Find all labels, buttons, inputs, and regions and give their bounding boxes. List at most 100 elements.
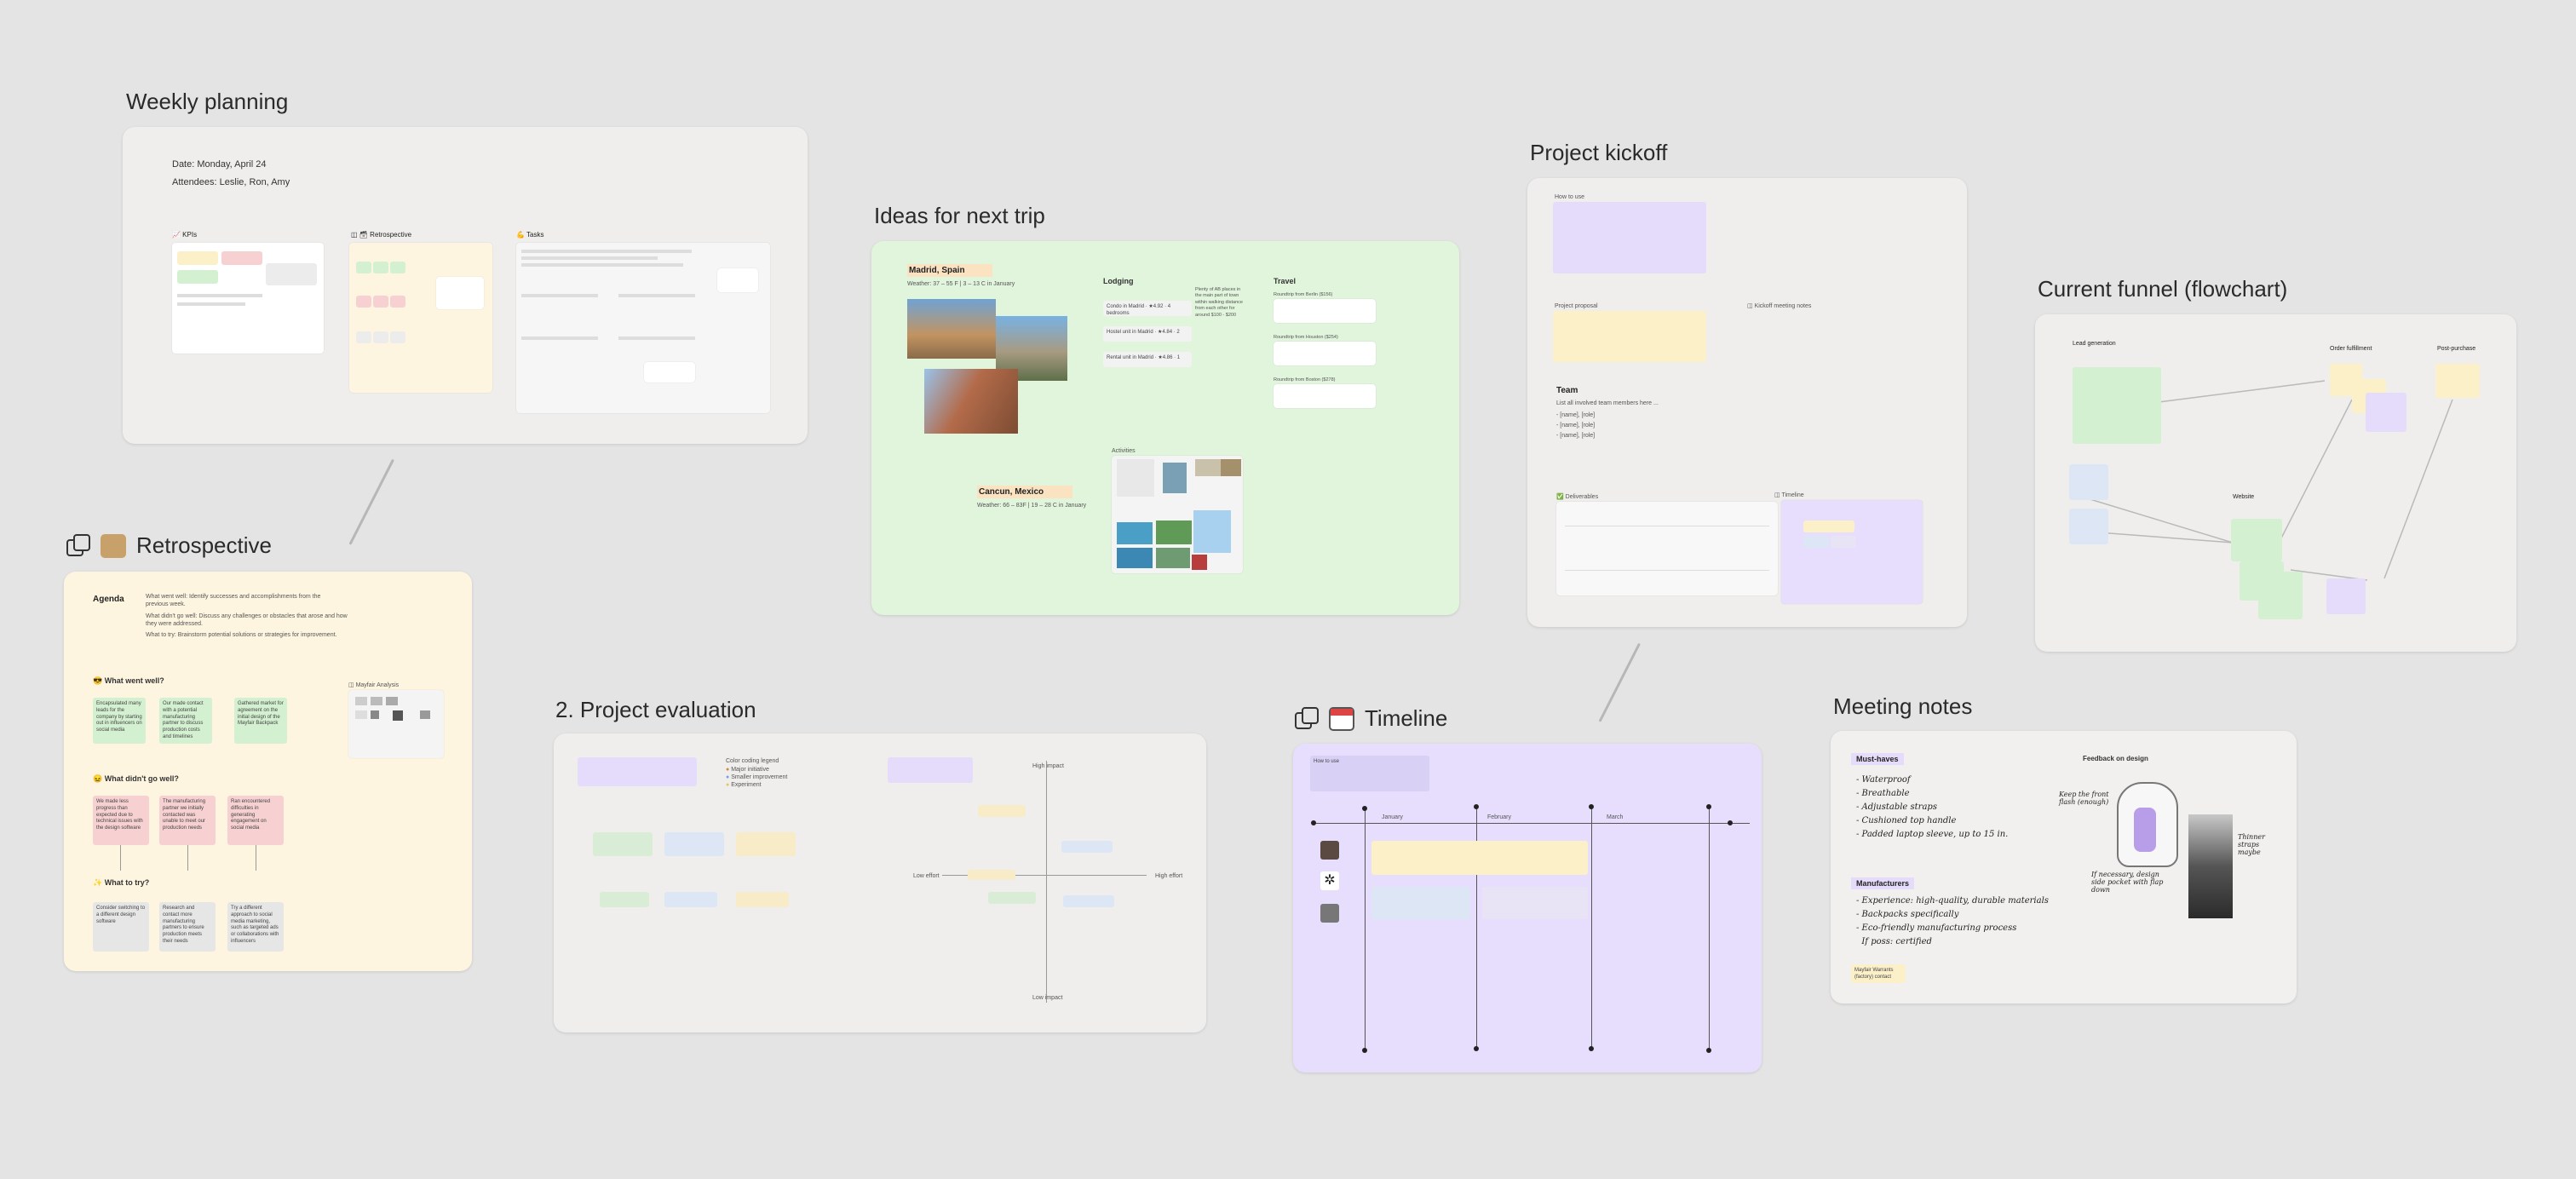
- retro-well-note-1[interactable]: Encapsulated many leads for the company …: [93, 698, 146, 744]
- funnel-blue-1: [2069, 464, 2108, 500]
- travel-card-2[interactable]: [1274, 342, 1376, 365]
- board-title-funnel[interactable]: Current funnel (flowchart): [2038, 276, 2287, 302]
- retro-bad-note-3[interactable]: Ran encountered difficulties in generati…: [227, 796, 284, 845]
- eval-axis-left: Low effort: [913, 873, 940, 879]
- retro-agenda-1: What went well: Identify successes and a…: [146, 594, 321, 608]
- kickoff-team-heading: Team: [1556, 386, 1578, 395]
- eval-axis-vertical: [1046, 761, 1047, 1003]
- board-project-evaluation[interactable]: Color coding legend ● Major initiative ●…: [554, 733, 1206, 1032]
- eval-axis-bottom: Low impact: [1032, 995, 1063, 1001]
- retro-agenda-3: What to try: Brainstorm potential soluti…: [146, 632, 337, 638]
- board-title-kickoff[interactable]: Project kickoff: [1530, 140, 1667, 166]
- board-timeline[interactable]: How to use January February March ✲: [1293, 744, 1762, 1073]
- kickoff-howto-note: [1553, 202, 1706, 273]
- eval-axis-right: High effort: [1155, 873, 1183, 879]
- eval-axis-top: High impact: [1032, 763, 1064, 769]
- kickoff-proposal-note: [1553, 311, 1706, 362]
- trip-weather-cancun: Weather: 66 – 83F | 19 – 28 C in January: [977, 503, 1087, 509]
- kickoff-proposal-label: Project proposal: [1555, 303, 1598, 309]
- trip-city-cancun: Cancun, Mexico: [977, 486, 1072, 498]
- retro-well-note-2[interactable]: Our made contact with a potential manufa…: [159, 698, 212, 744]
- lodging-item-1[interactable]: Condo in Madrid · ★4.92 · 4 bedrooms: [1103, 301, 1192, 316]
- board-title-retro[interactable]: Retrospective: [66, 532, 272, 559]
- retro-agenda-label: Agenda: [93, 595, 124, 604]
- retro-to-try: ✨ What to try?: [93, 878, 150, 887]
- weekly-title-text: Weekly planning: [126, 89, 289, 114]
- meeting-feedback-title: Feedback on design: [2083, 755, 2148, 762]
- funnel-blue-2: [2069, 509, 2108, 544]
- weekly-section-tasks: 💪 Tasks: [516, 231, 544, 239]
- retro-well-note-3[interactable]: Gathered market for agreement on the ini…: [234, 698, 287, 744]
- lodging-note: Plenty of AB places in the main part of …: [1195, 287, 1243, 318]
- board-trip[interactable]: Madrid, Spain Weather: 37 – 55 F | 3 – 1…: [871, 241, 1459, 615]
- eval-legend-title: Color coding legend: [726, 758, 779, 764]
- meeting-must-4: - Cushioned top handle: [1856, 816, 1957, 825]
- trip-travel-label: Travel: [1274, 277, 1297, 285]
- meeting-must-haves: Must-haves: [1851, 753, 1904, 765]
- funnel-title-text: Current funnel (flowchart): [2038, 276, 2288, 302]
- eval-howto-note: [578, 757, 697, 786]
- board-weekly-planning[interactable]: Date: Monday, April 24 Attendees: Leslie…: [123, 127, 808, 444]
- weekly-retro-card: [349, 243, 492, 393]
- board-title-evaluation[interactable]: 2. Project evaluation: [555, 697, 756, 723]
- kickoff-timeline-card[interactable]: [1781, 500, 1923, 604]
- weekly-tasks-card: [516, 243, 770, 413]
- travel-card-3[interactable]: [1274, 384, 1376, 408]
- funnel-order-note-3: [2366, 393, 2406, 432]
- evaluation-title-text: 2. Project evaluation: [555, 697, 756, 722]
- travel-card-1[interactable]: [1274, 299, 1376, 323]
- retro-agenda-2: What didn't go well: Discuss any challen…: [146, 613, 348, 628]
- timeline-avatar-1: [1320, 841, 1339, 860]
- retro-try-note-1[interactable]: Consider switching to a different design…: [93, 902, 149, 952]
- meeting-manu-3: - Eco-friendly manufacturing process: [1856, 923, 2017, 933]
- meeting-footer-note: Mayfair Warrants (factory) contact: [1851, 964, 1906, 983]
- weekly-section-retro: ◫ 🗃 Retrospective: [351, 231, 412, 239]
- board-title-timeline[interactable]: Timeline: [1295, 705, 1447, 732]
- travel-item-3: Roundtrip from Boston ($278): [1274, 377, 1336, 382]
- retro-try-note-2[interactable]: Research and contact more manufacturing …: [159, 902, 216, 952]
- board-title-meeting[interactable]: Meeting notes: [1833, 693, 1972, 720]
- weekly-section-kpis: 📈 KPIs: [172, 231, 198, 239]
- kickoff-deliverables-card[interactable]: [1556, 502, 1778, 595]
- retro-mood-board[interactable]: [348, 690, 444, 758]
- board-project-kickoff[interactable]: How to use Project proposal ◫ Kickoff me…: [1527, 178, 1967, 627]
- kickoff-member-3: - [name], [role]: [1556, 433, 1596, 439]
- lodging-item-3[interactable]: Rental unit in Madrid · ★4.86 · 1: [1103, 352, 1192, 367]
- board-title-weekly[interactable]: Weekly planning: [126, 89, 288, 115]
- board-funnel[interactable]: Lead generation Order fulfillment Post-p…: [2035, 314, 2516, 652]
- funnel-website-3: [2258, 572, 2303, 619]
- funnel-lead-note: [2073, 367, 2161, 444]
- board-title-trip[interactable]: Ideas for next trip: [874, 203, 1045, 229]
- meeting-must-5: - Padded laptop sleeve, up to 15 in.: [1856, 830, 2009, 839]
- connector-kickoff-timeline: [1598, 642, 1641, 722]
- meeting-annotation-3: If necessary, design side pocket with fl…: [2091, 871, 2164, 894]
- meeting-manu-4: If poss: certified: [1856, 937, 1932, 946]
- trip-weather-madrid: Weather: 37 – 55 F | 3 – 13 C in January: [907, 281, 1015, 287]
- meeting-manu-1: - Experience: high-quality, durable mate…: [1856, 896, 2049, 906]
- retro-try-note-3[interactable]: Try a different approach to social media…: [227, 902, 284, 952]
- funnel-post-note: [2435, 364, 2480, 398]
- kickoff-team-intro: List all involved team members here ...: [1556, 400, 1659, 406]
- connector-weekly-retro: [348, 458, 394, 545]
- activities-board[interactable]: [1112, 456, 1243, 573]
- kickoff-deliverables-label: ✅ Deliverables: [1556, 494, 1599, 500]
- trip-city-madrid: Madrid, Spain: [907, 264, 992, 277]
- retro-went-well: 😎 What went well?: [93, 676, 164, 685]
- kickoff-member-1: - [name], [role]: [1556, 412, 1596, 418]
- board-meeting-notes[interactable]: Must-haves - Waterproof - Breathable - A…: [1831, 731, 2297, 1004]
- weekly-kpi-card: [172, 243, 324, 354]
- meeting-annotation-2: Thinner straps maybe: [2238, 833, 2265, 856]
- lodging-item-2[interactable]: Hostel unit in Madrid · ★4.84 · 2: [1103, 326, 1192, 342]
- travel-item-1: Roundtrip from Berlin ($156): [1274, 292, 1333, 297]
- meeting-manu-2: - Backpacks specifically: [1856, 910, 1959, 919]
- linked-board-icon: [1295, 706, 1319, 731]
- timeline-howto-note: How to use: [1310, 756, 1429, 791]
- board-retrospective[interactable]: Agenda What went well: Identify successe…: [64, 572, 472, 971]
- meeting-must-3: - Adjustable straps: [1856, 802, 1937, 812]
- timeline-month-feb: February: [1487, 814, 1512, 820]
- linked-board-icon: [66, 533, 90, 558]
- kickoff-title-text: Project kickoff: [1530, 140, 1668, 165]
- retro-bad-note-2[interactable]: The manufacturing partner we initially c…: [159, 796, 216, 845]
- retro-bad-note-1[interactable]: We made less progress than expected due …: [93, 796, 149, 845]
- weekly-date: Date: Monday, April 24: [172, 159, 267, 170]
